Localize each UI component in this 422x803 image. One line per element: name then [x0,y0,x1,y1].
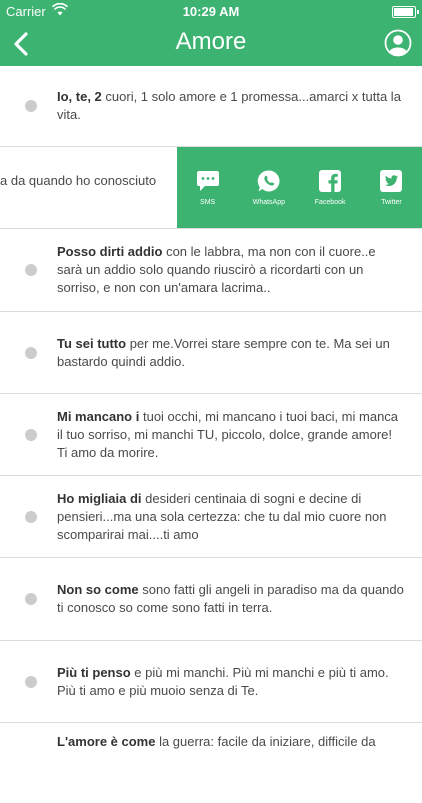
quote-text: Non so come sono fatti gli angeli in par… [57,581,404,617]
quote-lead: Più ti penso [57,664,131,680]
swiped-row-content: a da quando ho conosciuto [0,147,177,228]
page-title: Amore [175,28,247,55]
quote-rest: cuori, 1 solo amore e 1 promessa...amarc… [57,89,401,122]
bullet-dot [25,593,37,605]
share-twitter-button[interactable]: Twitter [361,147,422,228]
bullet-dot [25,510,37,523]
quote-lead: Tu sei tutto [57,335,127,351]
twitter-icon [380,170,403,192]
swiped-quote-text: a da quando ho conosciuto [0,173,157,188]
share-sms-button[interactable]: SMS [177,147,238,228]
quote-text: Io, te, 2 cuori, 1 solo amore e 1 promes… [57,88,404,124]
quote-text: Tu sei tutto per me.Vorrei stare sempre … [57,335,404,371]
sms-icon [196,171,219,191]
clock: 10:29 AM [182,4,240,19]
list-item[interactable]: Non so come sono fatti gli angeli in par… [0,558,422,641]
quote-rest: la guerra: facile da iniziare, difficile… [155,734,376,749]
bullet-dot [25,100,37,112]
list-item[interactable]: Mi mancano i tuoi occhi, mi mancano i tu… [0,394,422,476]
bullet-dot [25,428,37,441]
quote-lead: Io, te, 2 [57,89,102,104]
user-icon [384,29,412,57]
quote-lead: Posso dirti addio [57,244,163,259]
list-item[interactable]: Io, te, 2 cuori, 1 solo amore e 1 promes… [0,66,422,147]
list-item[interactable]: Più ti penso e più mi manchi. Più mi man… [0,641,422,723]
quote-list: Io, te, 2 cuori, 1 solo amore e 1 promes… [0,66,422,803]
quote-lead: Non so come [57,582,139,597]
list-item-swiped[interactable]: a da quando ho conosciuto SMS WhatsApp F… [0,147,422,229]
quote-lead: L'amore è come [57,734,156,749]
quote-text: Ho migliaia di desideri centinaia di sog… [57,490,404,544]
facebook-label: Facebook [314,199,346,206]
bullet-dot [25,675,37,688]
twitter-label: Twitter [381,199,402,206]
quote-text: Mi mancano i tuoi occhi, mi mancano i tu… [57,408,404,462]
share-facebook-button[interactable]: Facebook [300,147,361,228]
quote-lead: Mi mancano i [57,408,140,424]
quote-text: Posso dirti addio con le labbra, ma non … [57,243,404,297]
list-item[interactable]: Tu sei tutto per me.Vorrei stare sempre … [0,312,422,394]
list-item[interactable]: L'amore è come la guerra: facile da iniz… [0,723,422,803]
facebook-icon [319,170,342,192]
whatsapp-label: WhatsApp [252,199,286,206]
status-bar: Carrier 10:29 AM [0,0,422,22]
quote-text: L'amore è come la guerra: facile da iniz… [57,733,404,751]
share-actions: SMS WhatsApp Facebook Twitter [177,147,422,228]
profile-button[interactable] [384,29,412,57]
battery-icon [392,6,419,18]
sms-label: SMS [200,199,216,206]
list-item[interactable]: Posso dirti addio con le labbra, ma non … [0,229,422,312]
whatsapp-icon [257,170,280,192]
list-item[interactable]: Ho migliaia di desideri centinaia di sog… [0,476,422,558]
nav-bar: Amore [0,22,422,66]
bullet-dot [25,264,37,276]
quote-text: Più ti penso e più mi manchi. Più mi man… [57,664,404,700]
share-whatsapp-button[interactable]: WhatsApp [238,147,299,228]
bullet-dot [25,346,37,359]
quote-lead: Ho migliaia di [57,490,142,506]
